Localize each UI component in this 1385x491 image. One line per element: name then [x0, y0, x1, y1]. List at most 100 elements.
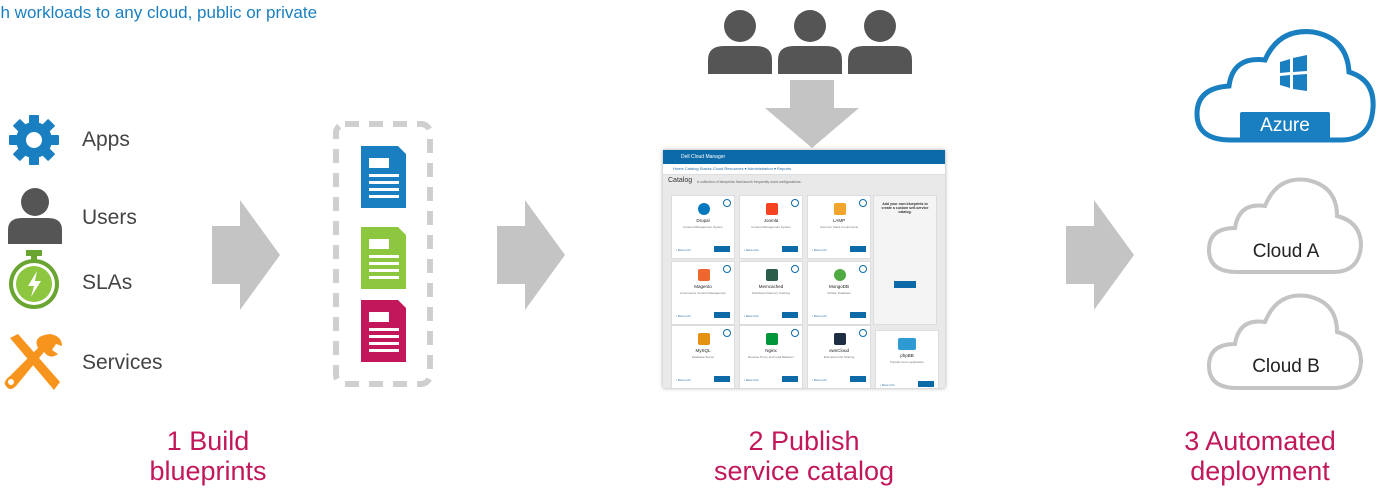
more-info-link[interactable]: • More Info	[744, 314, 759, 318]
dell-icon	[723, 265, 731, 273]
card-name: ownCloud	[828, 348, 849, 353]
card-desc: Enterprise File Sharing	[823, 355, 855, 359]
launch-button[interactable]	[714, 312, 730, 318]
arrow-right-icon	[212, 200, 280, 310]
launch-button[interactable]	[714, 246, 730, 252]
catalog-nav: Home Catalog Stacks Cloud Resources ▾ Ad…	[673, 166, 792, 171]
more-info-link[interactable]: • More Info	[744, 378, 759, 382]
launch-button[interactable]	[782, 376, 798, 382]
card-name: Drupal	[696, 218, 710, 223]
card-name: Memcached	[758, 284, 784, 289]
launch-button[interactable]	[714, 376, 730, 382]
card-desc: Database Server	[691, 355, 715, 359]
more-info-link[interactable]: • More Info	[744, 248, 759, 252]
cloud-b-label: Cloud B	[1252, 356, 1320, 377]
drupal-icon	[698, 203, 710, 215]
arrow-right-icon	[497, 200, 565, 310]
legend-slas-label: SLAs	[82, 271, 133, 294]
more-info-link[interactable]: • More Info	[812, 248, 827, 252]
card-name: Nginx	[765, 348, 777, 353]
more-info-link[interactable]: • More Info	[812, 314, 827, 318]
catalog-card[interactable]: Memcached Distributed Memory Caching • M…	[739, 261, 803, 325]
card-name: Joomla	[763, 218, 779, 223]
side-panel-title: Add your own blueprints to create a cust…	[881, 202, 929, 214]
more-info-link[interactable]: • More Info	[676, 248, 691, 252]
step-publish-label: 2 Publish service catalog	[684, 426, 924, 486]
users-group-icon	[708, 10, 912, 74]
step-build-line2: blueprints	[149, 456, 267, 486]
card-name: LAMP	[832, 218, 846, 223]
launch-button[interactable]	[850, 376, 866, 382]
dell-icon	[791, 265, 799, 273]
lamp-icon	[834, 203, 846, 215]
stopwatch-icon	[9, 250, 59, 309]
card-desc: Popular forum application	[889, 360, 925, 364]
headline: ch workloads to any cloud, public or pri…	[0, 3, 318, 22]
catalog-card[interactable]: Joomla Content Management System • More …	[739, 195, 803, 259]
user-icon	[8, 188, 62, 244]
magento-icon	[698, 269, 710, 281]
gear-icon	[9, 115, 59, 165]
dell-icon	[859, 329, 867, 337]
more-info-link[interactable]: • More Info	[812, 378, 827, 382]
phpbb-icon	[898, 338, 916, 350]
get-started-button[interactable]	[894, 281, 916, 288]
launch-button[interactable]	[850, 246, 866, 252]
memcached-icon	[766, 269, 778, 281]
step-publish-line1: 2 Publish	[748, 426, 860, 456]
catalog-topbar: Dell Cloud Manager	[663, 150, 945, 164]
more-info-link[interactable]: • More Info	[880, 383, 895, 387]
nginx-icon	[766, 333, 778, 345]
catalog-card[interactable]: MongoDB NoSQL Database • More Info	[807, 261, 871, 325]
catalog-card[interactable]: ownCloud Enterprise File Sharing • More …	[807, 325, 871, 388]
more-info-link[interactable]: • More Info	[676, 314, 691, 318]
card-name: phpBB	[900, 353, 914, 358]
dell-icon	[723, 329, 731, 337]
launch-button[interactable]	[782, 312, 798, 318]
tools-icon	[4, 334, 62, 390]
mongodb-icon	[834, 269, 846, 281]
launch-button[interactable]	[850, 312, 866, 318]
dell-icon	[859, 265, 867, 273]
catalog-card[interactable]: Drupal Content Management System • More …	[671, 195, 735, 259]
arrow-right-icon	[1066, 200, 1134, 310]
legend-apps-label: Apps	[82, 128, 130, 151]
catalog-screenshot: Dell Cloud Manager Home Catalog Stacks C…	[663, 150, 945, 388]
arrow-down-icon	[765, 80, 859, 148]
card-name: Magento	[694, 284, 712, 289]
step-publish-line2: service catalog	[713, 456, 895, 486]
joomla-icon	[766, 203, 778, 215]
launch-button[interactable]	[918, 381, 934, 387]
blueprint-doc-icon	[361, 227, 406, 289]
more-info-link[interactable]: • More Info	[676, 378, 691, 382]
step-build-label: 1 Build blueprints	[108, 426, 308, 486]
step-deploy-line1: 3 Automated	[1184, 426, 1336, 456]
azure-label: Azure	[1240, 112, 1330, 140]
catalog-card[interactable]: Nginx Reverse Proxy and Load Balancer • …	[739, 325, 803, 388]
catalog-side-panel: Add your own blueprints to create a cust…	[873, 195, 937, 325]
catalog-card[interactable]: MySQL Database Server • More Info	[671, 325, 735, 388]
cloud-a-label: Cloud A	[1252, 241, 1320, 262]
card-name: MySQL	[695, 348, 711, 353]
blueprints-group	[333, 121, 433, 387]
step-deploy-label: 3 Automated deployment	[1160, 426, 1360, 486]
catalog-card[interactable]: Magento eCommerce Content Management • M…	[671, 261, 735, 325]
catalog-navbar: Home Catalog Stacks Cloud Resources ▾ Ad…	[663, 164, 945, 175]
catalog-card[interactable]: phpBB Popular forum application • More I…	[875, 330, 939, 388]
catalog-subtitle: A collection of blueprints that launch f…	[697, 180, 802, 184]
dell-icon	[791, 199, 799, 207]
step-build-line1: 1 Build	[166, 426, 250, 456]
dell-icon	[791, 329, 799, 337]
blueprint-doc-icon	[361, 300, 406, 362]
mysql-icon	[698, 333, 710, 345]
catalog-card[interactable]: LAMP Common Stack Components • More Info	[807, 195, 871, 259]
card-desc: Common Stack Components	[819, 225, 859, 229]
card-desc: NoSQL Database	[827, 291, 851, 295]
catalog-title: Catalog	[668, 177, 693, 184]
card-desc: eCommerce Content Management	[679, 291, 727, 295]
blueprint-doc-icon	[361, 146, 406, 208]
legend-users-label: Users	[82, 206, 137, 229]
cloud-icon	[1206, 293, 1364, 390]
owncloud-icon	[834, 333, 846, 345]
launch-button[interactable]	[782, 246, 798, 252]
